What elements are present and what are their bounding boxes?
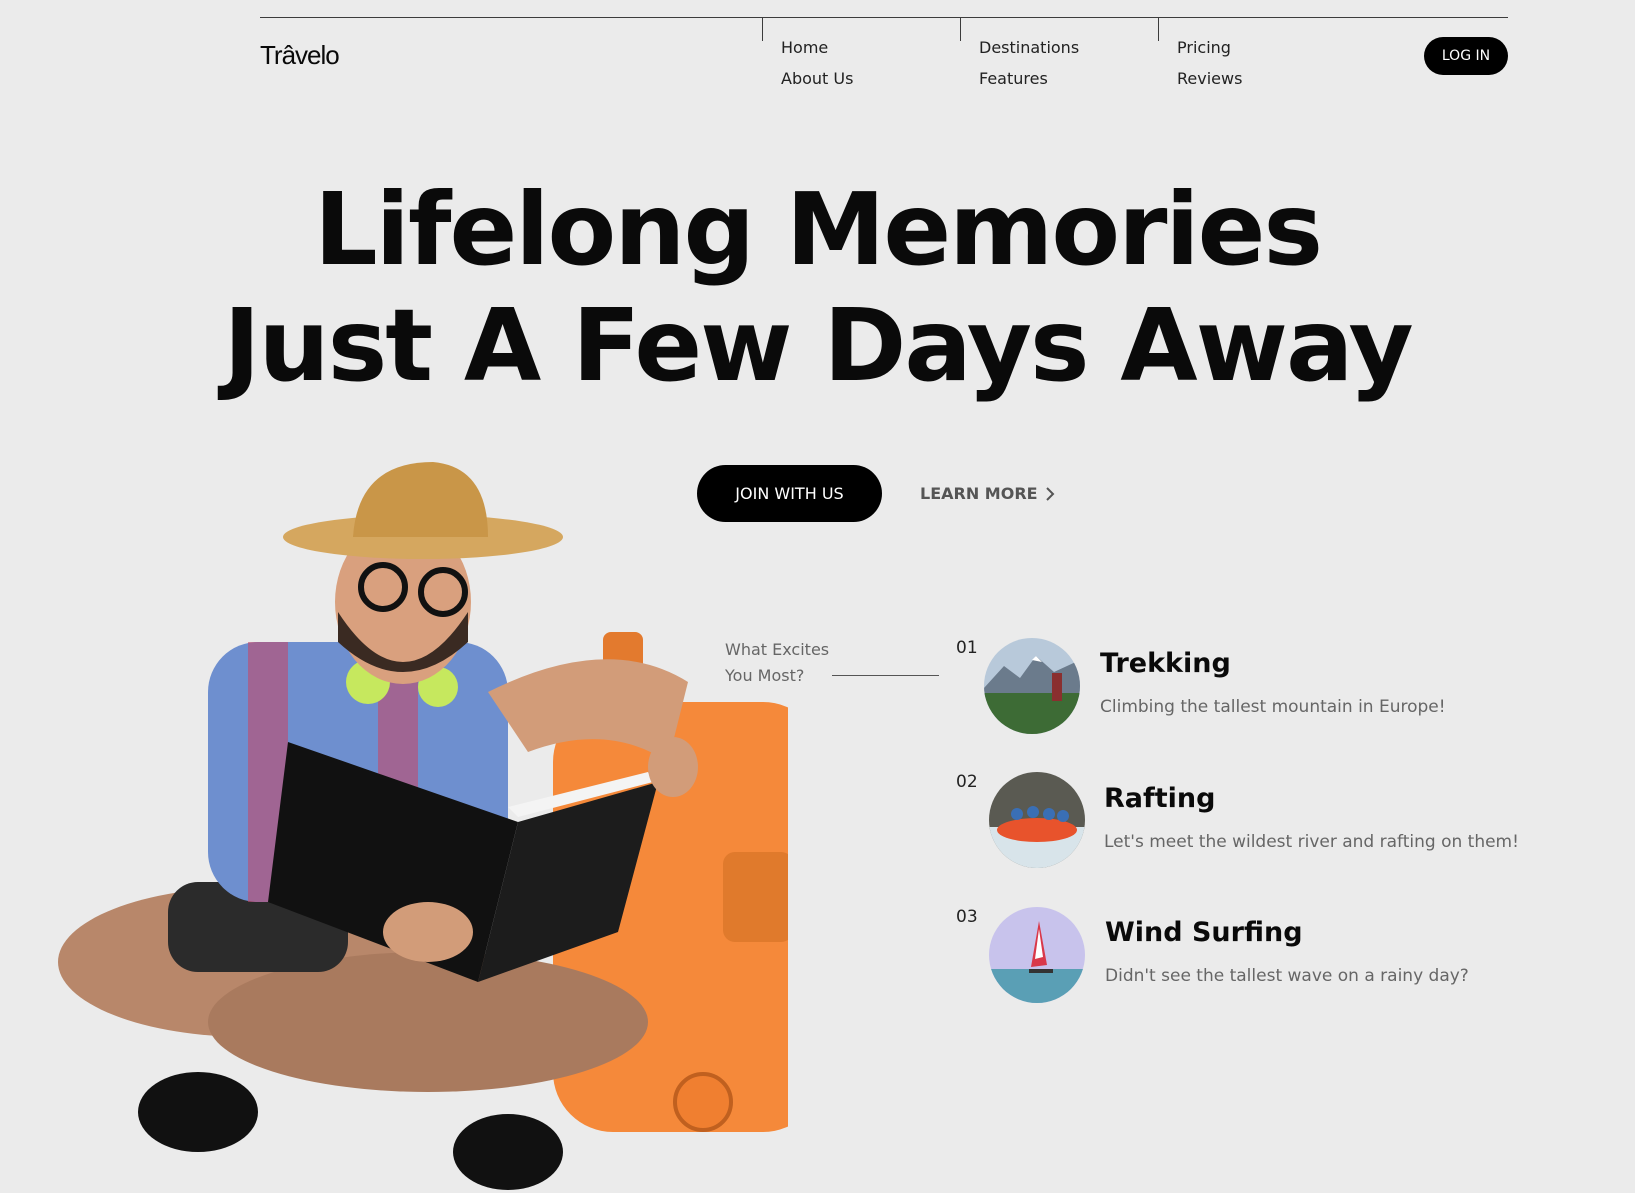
brand-logo[interactable]: Trâvelo <box>260 40 340 71</box>
learn-more-link[interactable]: LEARN MORE <box>920 484 1056 503</box>
nav-divider <box>762 17 763 41</box>
nav-reviews-link[interactable]: Reviews <box>1177 69 1242 88</box>
excites-line-1: What Excites <box>725 640 830 659</box>
learn-more-label: LEARN MORE <box>920 484 1038 503</box>
trekking-image[interactable] <box>984 638 1080 734</box>
activity-title: Trekking <box>1100 648 1231 679</box>
rafting-image[interactable] <box>989 772 1085 868</box>
nav-about-link[interactable]: About Us <box>781 69 853 88</box>
activity-description: Let's meet the wildest river and rafting… <box>1104 832 1519 852</box>
nav-features-link[interactable]: Features <box>979 69 1048 88</box>
activity-number: 01 <box>956 638 978 658</box>
activity-title: Rafting <box>1104 783 1216 814</box>
nav-column-3: Pricing Reviews <box>1158 17 1348 97</box>
windsurfing-image[interactable] <box>989 907 1085 1003</box>
nav-divider <box>960 17 961 41</box>
nav-destinations-link[interactable]: Destinations <box>979 38 1079 57</box>
chevron-right-icon <box>1045 486 1054 501</box>
login-button[interactable]: LOG IN <box>1424 37 1508 75</box>
nav-home-link[interactable]: Home <box>781 38 828 57</box>
activity-description: Didn't see the tallest wave on a rainy d… <box>1105 966 1469 986</box>
activity-number: 03 <box>956 907 978 927</box>
excites-connector-line <box>832 675 939 676</box>
nav-divider <box>1158 17 1159 41</box>
activity-description: Climbing the tallest mountain in Europe! <box>1100 697 1446 717</box>
nav-column-2: Destinations Features <box>960 17 1150 97</box>
excites-line-2: You Most? <box>725 666 805 685</box>
activity-number: 02 <box>956 772 978 792</box>
activity-title: Wind Surfing <box>1105 917 1303 948</box>
traveler-illustration <box>58 462 788 1190</box>
excites-prompt: What Excites You Most? <box>725 637 829 689</box>
hero-heading-line-2: Just A Few Days Away <box>223 287 1413 404</box>
nav-column-1: Home About Us <box>762 17 952 97</box>
hero-heading-line-1: Lifelong Memories <box>313 171 1323 288</box>
nav-pricing-link[interactable]: Pricing <box>1177 38 1231 57</box>
